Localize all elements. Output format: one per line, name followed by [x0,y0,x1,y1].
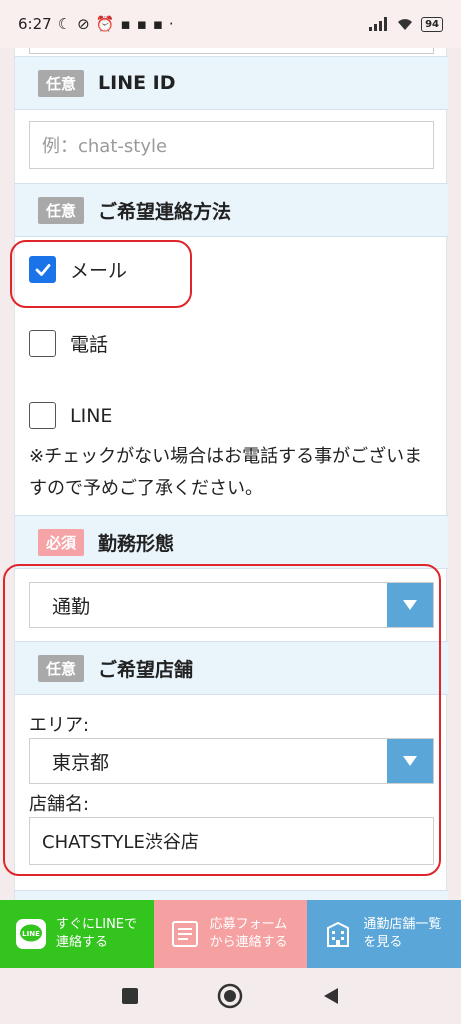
option-label: メール [70,260,128,282]
contact-option-phone[interactable]: 電話 [29,330,108,357]
section-header-contact-method: 任意 ご希望連絡方法 [15,183,448,237]
previous-field-edge [29,48,434,54]
building-icon [321,917,355,951]
checkbox-unchecked[interactable] [29,330,56,357]
optional-badge: 任意 [38,196,85,224]
contact-option-line[interactable]: LINE [29,402,112,429]
application-form: 任意 LINE ID 例：chat-style 任意 ご希望連絡方法 メール 電… [14,48,448,900]
button-label: 応募フォーム から連絡する [209,917,288,950]
button-label: 通勤店舗一覧 を見る [363,917,442,950]
section-header-next [15,890,448,900]
dropdown-arrow-icon[interactable] [387,583,433,627]
application-form-button[interactable]: 応募フォーム から連絡する [153,900,308,968]
svg-text:LINE: LINE [22,930,40,938]
game-icon: ▪ [120,14,131,33]
option-label: LINE [70,404,113,427]
section-header-store: 任意 ご希望店舗 [15,641,448,695]
status-bar: 6:27 ☾ ⊘ ⏰ ▪ ▪ ▪ · 94 [0,0,461,48]
home-button[interactable] [215,981,245,1011]
contact-note: ※チェックがない場合はお電話する事がございますので予めご了承ください。 [29,446,423,499]
section-title: ご希望連絡方法 [98,200,232,223]
section-title: ご希望店舗 [98,658,194,681]
button-label: すぐにLINEで 連絡する [56,917,138,950]
recents-button[interactable] [115,981,145,1011]
line-id-input[interactable]: 例：chat-style [29,121,434,169]
form-icon [168,917,202,951]
section-header-line-id: 任意 LINE ID [15,56,448,110]
select-value: 通勤 [52,595,91,618]
work-style-select[interactable]: 通勤 [29,582,434,628]
status-time: 6:27 [18,15,52,33]
section-header-work-style: 必須 勤務形態 [15,515,448,569]
select-value: 東京都 [52,751,110,774]
contact-option-email[interactable]: メール [29,256,127,283]
optional-badge: 任意 [38,654,85,682]
store-name-input[interactable]: CHATSTYLE渋谷店 [29,817,434,865]
area-label: エリア: [29,715,90,736]
checkbox-checked[interactable] [29,256,56,283]
area-select[interactable]: 東京都 [29,738,434,784]
line-icon: LINE [14,917,48,951]
moon-icon: ☾ [57,14,72,33]
game-icon: ▪ [152,14,163,33]
line-contact-button[interactable]: LINE すぐにLINEで 連絡する [0,900,154,968]
store-list-button[interactable]: 通勤店舗一覧 を見る [307,900,461,968]
store-name-label: 店舗名: [29,794,90,815]
alarm-icon: ⏰ [95,14,115,33]
back-button[interactable] [316,981,346,1011]
page-content: 任意 LINE ID 例：chat-style 任意 ご希望連絡方法 メール 電… [0,48,461,900]
wifi-icon [398,19,413,30]
section-title: 勤務形態 [98,532,175,555]
dropdown-arrow-icon[interactable] [387,739,433,783]
dot-icon: · [168,14,174,33]
mute-icon: ⊘ [77,14,90,33]
system-nav-bar [0,968,461,1024]
option-label: 電話 [70,334,109,356]
section-title: LINE ID [98,72,176,94]
signal-icon [369,17,388,31]
game-icon: ▪ [136,14,147,33]
optional-badge: 任意 [38,69,85,97]
battery-icon: 94 [421,16,443,32]
checkbox-unchecked[interactable] [29,402,56,429]
bottom-action-bar: LINE すぐにLINEで 連絡する 応募フォーム から連絡する 通勤店舗一覧 を見る [0,900,461,968]
required-badge: 必須 [38,528,85,556]
checkmark-icon [35,263,50,276]
